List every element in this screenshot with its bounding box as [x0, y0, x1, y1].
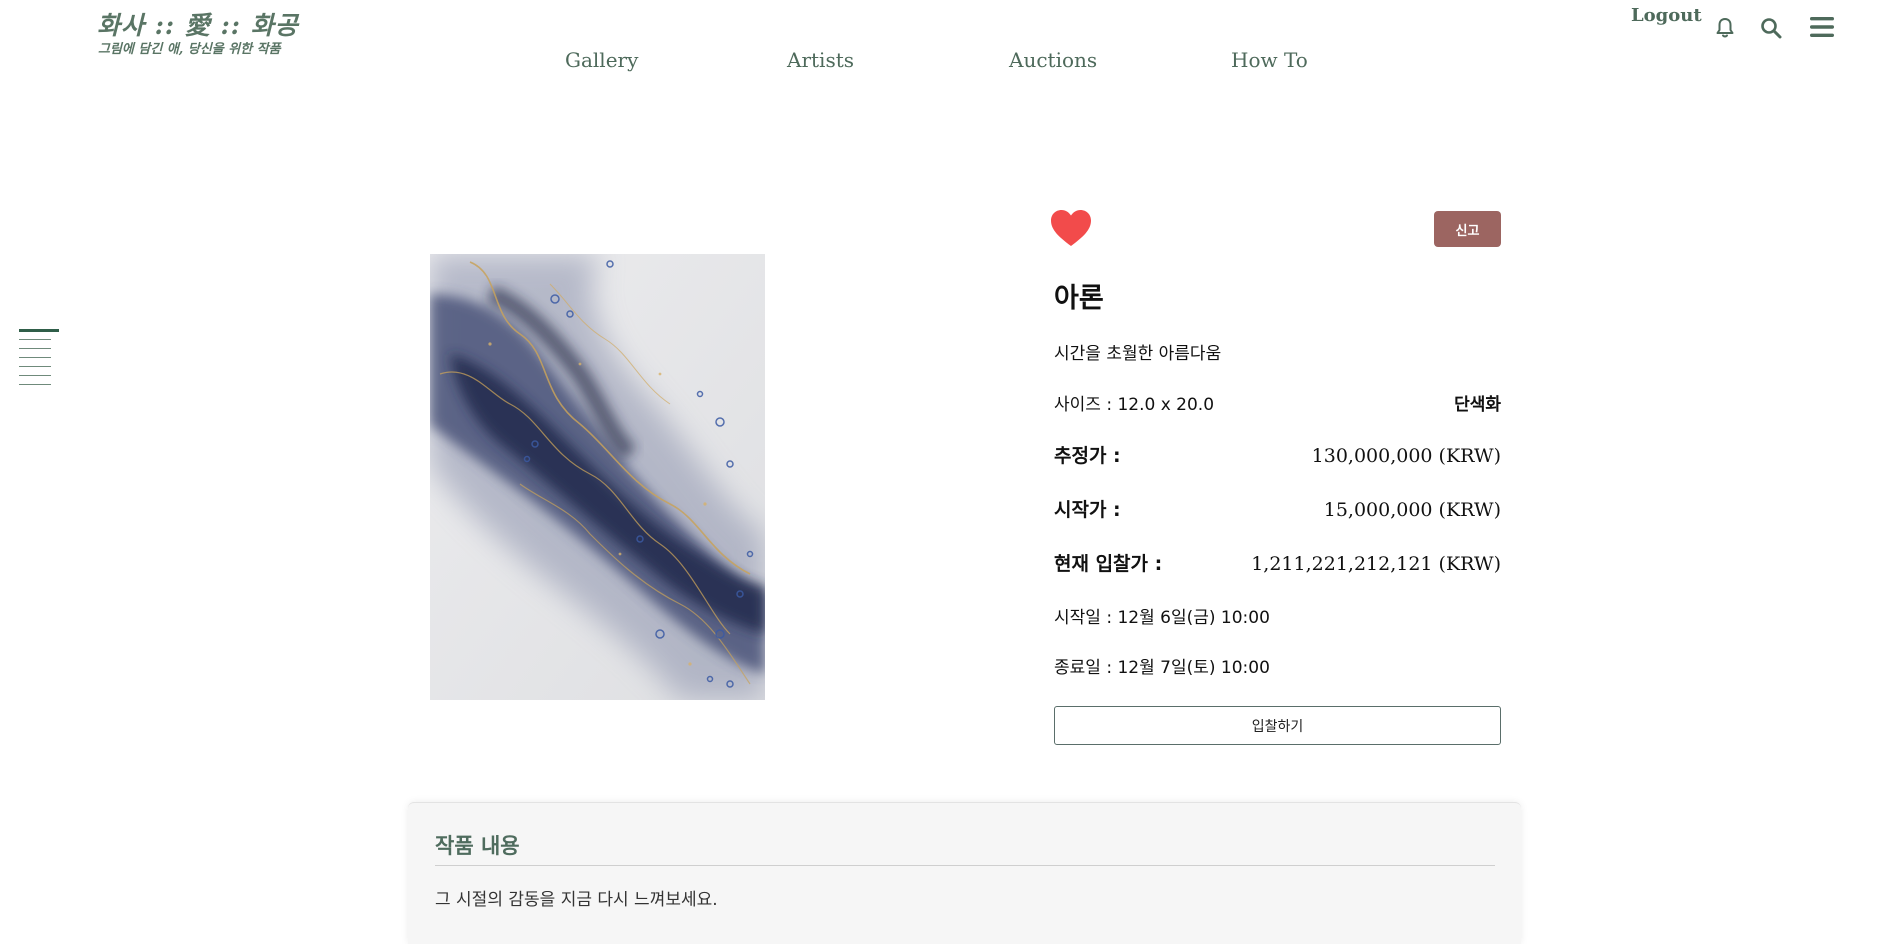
side-index-line[interactable] — [19, 366, 51, 367]
side-index-line[interactable] — [19, 357, 51, 358]
size-row: 사이즈 : 12.0 x 20.0 단색화 — [1054, 390, 1501, 415]
description-heading: 작품 내용 — [435, 834, 520, 858]
estimate-value: 130,000,000 (KRW) — [1311, 445, 1501, 467]
current-bid-row: 현재 입찰가 : 1,211,221,212,121 (KRW) — [1054, 549, 1501, 576]
nav-how-to[interactable]: How To — [1231, 48, 1308, 72]
nav-artists[interactable]: Artists — [787, 48, 854, 72]
bell-icon[interactable] — [1710, 13, 1740, 43]
search-icon[interactable] — [1756, 13, 1786, 43]
side-index-line-active[interactable] — [19, 329, 59, 332]
side-index-line[interactable] — [19, 339, 51, 340]
artwork-subtitle: 시간을 초월한 아름다움 — [1054, 344, 1222, 364]
side-index-line[interactable] — [19, 375, 51, 376]
nav-gallery[interactable]: Gallery — [565, 48, 638, 72]
start-price-value: 15,000,000 (KRW) — [1323, 499, 1501, 521]
end-date-row: 종료일 : 12월 7일(토) 10:00 — [1054, 653, 1501, 678]
artwork-type: 단색화 — [1454, 395, 1501, 415]
logout-link[interactable]: Logout — [1631, 5, 1702, 26]
description-divider — [435, 865, 1495, 866]
estimate-row: 추정가 : 130,000,000 (KRW) — [1054, 441, 1501, 468]
start-price-label: 시작가 : — [1054, 499, 1121, 521]
main-nav: Gallery Artists Auctions How To — [0, 48, 1900, 78]
nav-auctions[interactable]: Auctions — [1009, 48, 1097, 72]
start-date: 시작일 : 12월 6일(금) 10:00 — [1054, 608, 1270, 628]
logo-title: 화사 :: 愛 :: 화공 — [97, 11, 299, 40]
like-heart-icon[interactable] — [1049, 208, 1093, 248]
bid-button[interactable]: 입찰하기 — [1054, 706, 1501, 745]
description-panel: 작품 내용 그 시절의 감동을 지금 다시 느껴보세요. — [408, 802, 1521, 944]
end-date: 종료일 : 12월 7일(토) 10:00 — [1054, 658, 1270, 678]
artwork-image — [430, 254, 765, 700]
report-button[interactable]: 신고 — [1434, 211, 1501, 247]
size-label: 사이즈 : 12.0 x 20.0 — [1054, 395, 1215, 415]
menu-icon[interactable] — [1807, 12, 1837, 42]
side-index-line[interactable] — [19, 348, 51, 349]
current-bid-label: 현재 입찰가 : — [1054, 553, 1163, 575]
side-index-line[interactable] — [19, 384, 51, 385]
artwork-title: 아론 — [1054, 283, 1104, 314]
start-date-row: 시작일 : 12월 6일(금) 10:00 — [1054, 603, 1501, 628]
description-body: 그 시절의 감동을 지금 다시 느껴보세요. — [435, 890, 718, 910]
start-price-row: 시작가 : 15,000,000 (KRW) — [1054, 495, 1501, 522]
current-bid-value: 1,211,221,212,121 (KRW) — [1251, 553, 1501, 575]
estimate-label: 추정가 : — [1054, 445, 1121, 467]
side-scroll-index[interactable] — [19, 329, 59, 389]
